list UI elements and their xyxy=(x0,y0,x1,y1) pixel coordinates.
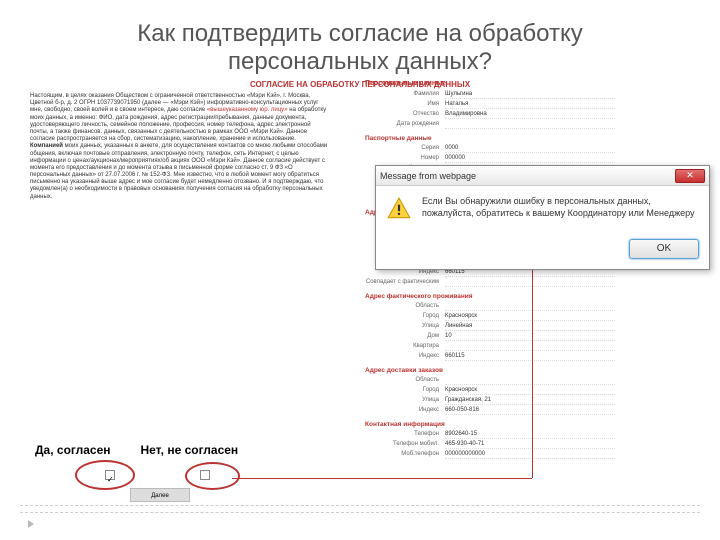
dialog-message: Если Вы обнаружили ошибку в персональных… xyxy=(422,196,699,219)
mobile-label: Телефон мобил. xyxy=(365,441,445,449)
alert-dialog: Message from webpage ✕ Если Вы обнаружил… xyxy=(375,165,710,270)
name-value: Наталья xyxy=(445,101,615,109)
consent-options: Да, согласен Нет, не согласен xyxy=(35,443,238,457)
consent-p2-bold: Компанией xyxy=(30,143,63,149)
profile-header: Персональные данные xyxy=(365,80,615,87)
same-label: Совпадает с фактическим xyxy=(365,279,445,287)
phone-value: 8902640-15 xyxy=(445,431,615,439)
annotation-arrow xyxy=(232,478,532,479)
annotation-arrow-v xyxy=(532,260,533,478)
option-yes-label: Да, согласен xyxy=(35,443,111,457)
ok-button[interactable]: OK xyxy=(629,239,699,259)
series-value: 0000 xyxy=(445,145,615,153)
surname-value: Шульгина xyxy=(445,91,615,99)
dialog-titlebar[interactable]: Message from webpage ✕ xyxy=(376,166,709,186)
option-no-label: Нет, не согласен xyxy=(141,443,239,457)
triangle-bullet-icon xyxy=(28,520,34,528)
page-title: Как подтвердить согласие на обработку пе… xyxy=(0,0,720,86)
annotation-oval-no xyxy=(185,462,240,490)
delivery-section: Адрес доставки заказов xyxy=(365,367,615,374)
birth-label: Дата рождения xyxy=(365,121,445,129)
consent-p2: моих данных, указанных в анкете, для осу… xyxy=(30,143,327,199)
idx-label: Индекс xyxy=(365,269,445,277)
idx-value: 660115 xyxy=(445,269,615,277)
mobile-value: 465-930-40-71 xyxy=(445,441,615,449)
number-label: Номер xyxy=(365,155,445,163)
passport-section: Паспортные данные xyxy=(365,135,615,142)
patronymic-value: Владимировна xyxy=(445,111,615,119)
warning-icon xyxy=(386,196,412,222)
name-label: Имя xyxy=(365,101,445,109)
annotation-oval-yes xyxy=(75,460,135,490)
close-icon: ✕ xyxy=(686,170,694,181)
patronymic-label: Отчество xyxy=(365,111,445,119)
fact-section: Адрес фактического проживания xyxy=(365,293,615,300)
number-value: 000000 xyxy=(445,155,615,163)
submit-button[interactable]: Далее xyxy=(130,488,190,502)
surname-label: Фамилия xyxy=(365,91,445,99)
profile-panel: Персональные данные ФамилияШульгина ИмяН… xyxy=(365,80,615,461)
decorative-lines xyxy=(20,505,700,519)
consultant-value: 000000000000 xyxy=(445,451,615,459)
contact-section: Контактная информация xyxy=(365,421,615,428)
close-button[interactable]: ✕ xyxy=(675,169,705,183)
series-label: Серия xyxy=(365,145,445,153)
consent-p1-highlight: «вышеуказанному юр. лицу» xyxy=(207,107,288,113)
dialog-title: Message from webpage xyxy=(380,171,476,181)
consultant-label: Моб.телефон xyxy=(365,451,445,459)
phone-label: Телефон xyxy=(365,431,445,439)
birth-value xyxy=(445,121,615,129)
